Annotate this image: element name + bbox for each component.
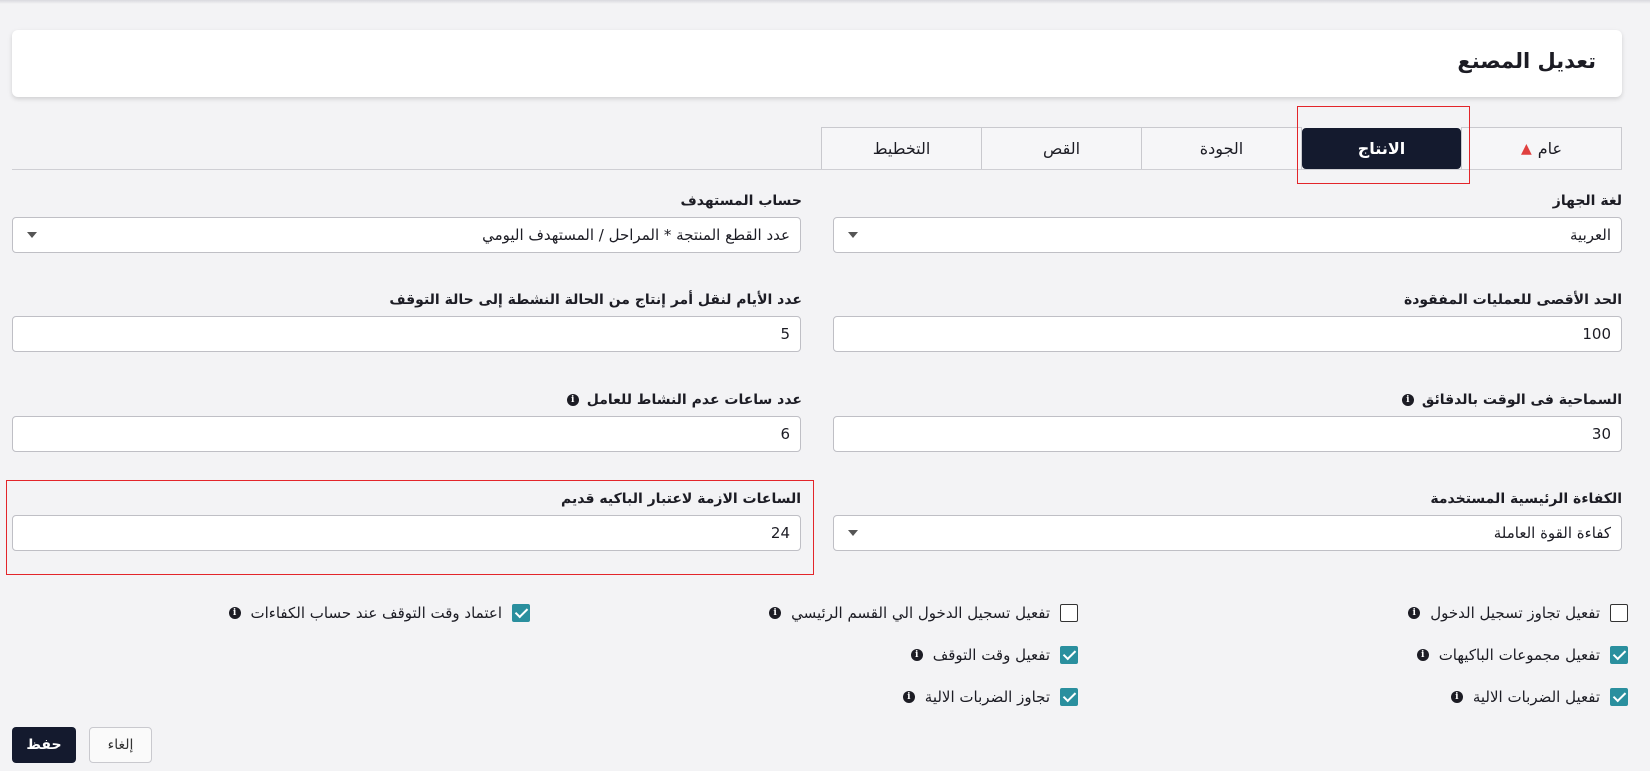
info-icon[interactable]: i [769, 607, 782, 619]
info-icon[interactable]: i [910, 649, 923, 661]
idle-hours-input[interactable]: 6 [12, 416, 801, 452]
cancel-button[interactable]: إلغاء [89, 727, 152, 763]
auto-hits-option: تفعيل الضربات الالية i [1450, 688, 1628, 706]
skip-auto-hits-label: تجاوز الضربات الالية [924, 688, 1050, 706]
time-tolerance-value: 30 [1591, 425, 1611, 443]
main-section-login-checkbox[interactable] [1060, 604, 1078, 622]
time-tolerance-label-text: السماحية فى الوقت بالدقائق [1421, 392, 1622, 408]
time-tolerance-label: السماحية فى الوقت بالدقائق i [1401, 392, 1622, 408]
device-language-select[interactable]: العربية [833, 217, 1622, 253]
tab-quality[interactable]: الجودة [1141, 127, 1302, 170]
device-language-label: لغة الجهاز [1553, 193, 1622, 209]
info-icon[interactable]: i [1416, 649, 1429, 661]
page-title: تعديل المصنع [1457, 49, 1596, 73]
downtime-efficiency-option: اعتماد وقت التوقف عند حساب الكفاءات i [228, 604, 530, 622]
downtime-efficiency-checkbox[interactable] [512, 604, 530, 622]
info-icon[interactable]: i [1401, 394, 1414, 406]
login-override-checkbox[interactable] [1610, 604, 1628, 622]
main-section-login-label: تفعيل تسجيل الدخول الي القسم الرئيسي [791, 604, 1050, 622]
main-efficiency-label: الكفاءة الرئيسية المستخدمة [1430, 491, 1622, 507]
auto-hits-label: تفعيل الضربات الالية [1472, 688, 1600, 706]
idle-hours-label: عدد ساعات عدم النشاط للعامل i [566, 392, 802, 408]
warning-icon: ▲ [1520, 140, 1532, 157]
top-divider [0, 0, 1650, 4]
login-override-option: تفعيل تجاوز تسجيل الدخول i [1408, 604, 1628, 622]
tab-highlight-box [1297, 106, 1470, 184]
target-calc-label: حساب المستهدف [680, 193, 802, 209]
tab-cutting-label: القص [1043, 139, 1081, 158]
downtime-checkbox[interactable] [1060, 646, 1078, 664]
bundle-groups-option: تفعيل مجموعات الباكيهات i [1416, 646, 1628, 664]
tab-planning[interactable]: التخطيط [821, 127, 982, 170]
device-language-label-text: لغة الجهاز [1552, 193, 1622, 209]
info-icon[interactable]: i [1408, 607, 1421, 619]
info-icon[interactable]: i [902, 691, 915, 703]
tab-cutting[interactable]: القص [981, 127, 1142, 170]
max-lost-ops-input[interactable]: 100 [833, 316, 1622, 352]
tab-general[interactable]: عام ▲ [1461, 127, 1622, 170]
time-tolerance-input[interactable]: 30 [833, 416, 1622, 452]
tab-quality-label: الجودة [1199, 139, 1244, 158]
target-calc-select[interactable]: عدد القطع المنتجة * المراحل / المستهدف ا… [12, 217, 801, 253]
info-icon[interactable]: i [1450, 691, 1463, 703]
target-calc-label-text: حساب المستهدف [680, 193, 802, 209]
days-to-stop-input[interactable]: 5 [12, 316, 801, 352]
max-lost-ops-value: 100 [1582, 325, 1611, 343]
main-efficiency-select[interactable]: كفاءة القوة العاملة [833, 515, 1622, 551]
max-lost-ops-label: الحد الأقصى للعمليات المفقودة [1404, 292, 1622, 308]
main-efficiency-label-text: الكفاءة الرئيسية المستخدمة [1430, 491, 1622, 507]
max-lost-ops-label-text: الحد الأقصى للعمليات المفقودة [1403, 292, 1622, 308]
downtime-efficiency-label: اعتماد وقت التوقف عند حساب الكفاءات [250, 604, 502, 622]
main-section-login-option: تفعيل تسجيل الدخول الي القسم الرئيسي i [769, 604, 1078, 622]
downtime-option: تفعيل وقت التوقف i [910, 646, 1078, 664]
days-to-stop-label-text: عدد الأيام لنقل أمر إنتاج من الحالة النش… [389, 292, 802, 308]
bundle-groups-checkbox[interactable] [1610, 646, 1628, 664]
tab-planning-label: التخطيط [872, 139, 931, 158]
days-to-stop-label: عدد الأيام لنقل أمر إنتاج من الحالة النش… [389, 292, 802, 308]
days-to-stop-value: 5 [780, 325, 790, 343]
page-header: تعديل المصنع [12, 30, 1622, 97]
chevron-down-icon [27, 232, 37, 238]
main-efficiency-value: كفاءة القوة العاملة [1493, 524, 1611, 542]
field-highlight-box [6, 480, 814, 575]
login-override-label: تفعيل تجاوز تسجيل الدخول [1430, 604, 1600, 622]
save-button[interactable]: حفظ [12, 727, 76, 763]
info-icon[interactable]: i [228, 607, 241, 619]
downtime-label: تفعيل وقت التوقف [932, 646, 1050, 664]
bundle-groups-label: تفعيل مجموعات الباكيهات [1438, 646, 1600, 664]
chevron-down-icon [848, 232, 858, 238]
tab-general-label: عام [1537, 139, 1563, 158]
idle-hours-label-text: عدد ساعات عدم النشاط للعامل [586, 392, 802, 408]
target-calc-value: عدد القطع المنتجة * المراحل / المستهدف ا… [482, 226, 790, 244]
chevron-down-icon [848, 530, 858, 536]
skip-auto-hits-checkbox[interactable] [1060, 688, 1078, 706]
info-icon[interactable]: i [566, 394, 579, 406]
auto-hits-checkbox[interactable] [1610, 688, 1628, 706]
skip-auto-hits-option: تجاوز الضربات الالية i [902, 688, 1078, 706]
device-language-value: العربية [1570, 226, 1611, 244]
idle-hours-value: 6 [780, 425, 790, 443]
